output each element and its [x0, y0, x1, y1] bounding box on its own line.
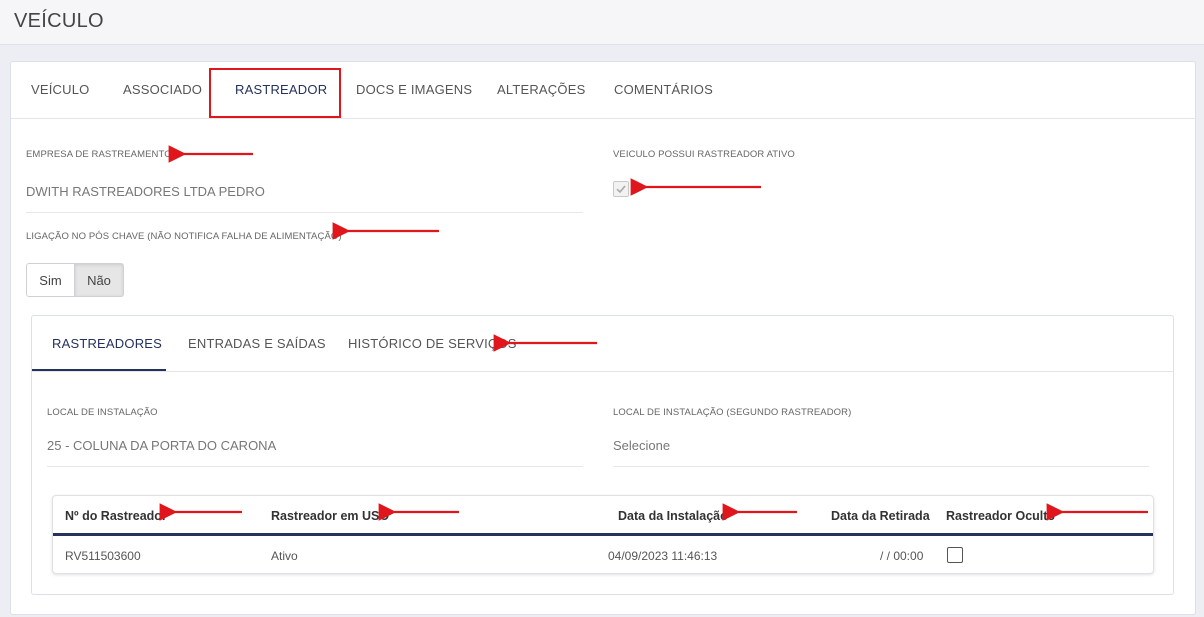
local-instalacao-value[interactable]: 25 - COLUNA DA PORTA DO CARONA: [47, 438, 276, 453]
tab-veiculo[interactable]: VEÍCULO: [31, 82, 89, 97]
td-data-instalacao: 04/09/2023 11:46:13: [608, 549, 718, 563]
active-subtab-indicator: [32, 369, 166, 371]
th-rastreador-oculto: Rastreador Oculto: [946, 509, 1056, 523]
local-instalacao-underline: [47, 466, 583, 467]
top-bar: VEÍCULO: [0, 0, 1204, 45]
tab-alteracoes[interactable]: ALTERAÇÕES: [497, 82, 585, 97]
local-instalacao-2-underline: [613, 466, 1149, 467]
th-rastreador-em-uso: Rastreador em USO: [271, 509, 390, 523]
subtab-rastreadores[interactable]: RASTREADORES: [52, 336, 162, 351]
subtab-entradas-e-saidas[interactable]: ENTRADAS E SAÍDAS: [188, 336, 326, 351]
ligacao-label: LIGAÇÃO NO PÓS CHAVE (NÃO NOTIFICA FALHA…: [26, 231, 342, 242]
th-data-retirada: Data da Retirada: [831, 509, 930, 523]
tab-comentarios[interactable]: COMENTÁRIOS: [614, 82, 713, 97]
rastreador-ativo-label: VEICULO POSSUI RASTREADOR ATIVO: [613, 149, 795, 160]
rastreador-oculto-checkbox[interactable]: [947, 547, 963, 563]
td-rastreador-em-uso: Ativo: [271, 549, 298, 563]
local-instalacao-2-select[interactable]: Selecione: [613, 438, 670, 453]
local-instalacao-label: LOCAL DE INSTALAÇÃO: [47, 407, 158, 418]
th-numero-rastreador: Nº do Rastreador: [65, 509, 167, 523]
check-icon: [616, 185, 626, 194]
rastreadores-table: Nº do Rastreador Rastreador em USO Data …: [52, 495, 1154, 574]
sub-tabs: RASTREADORES ENTRADAS E SAÍDAS HISTÓRICO…: [32, 316, 1173, 372]
table-header-divider: [53, 533, 1153, 536]
rastreador-ativo-checkbox[interactable]: [613, 181, 629, 197]
empresa-underline: [26, 212, 583, 213]
ligacao-nao-button[interactable]: Não: [75, 263, 124, 297]
td-numero-rastreador: RV511503600: [65, 549, 141, 563]
empresa-value: DWITH RASTREADORES LTDA PEDRO: [26, 184, 265, 199]
empresa-label: EMPRESA DE RASTREAMENTO: [26, 149, 172, 160]
rastreadores-card: RASTREADORES ENTRADAS E SAÍDAS HISTÓRICO…: [31, 315, 1174, 595]
td-data-retirada: / / 00:00: [880, 549, 924, 563]
page-title: VEÍCULO: [14, 10, 104, 32]
subtab-historico-de-servicos[interactable]: HISTÓRICO DE SERVIÇOS: [348, 336, 517, 351]
vehicle-card: VEÍCULO ASSOCIADO RASTREADOR DOCS E IMAG…: [10, 61, 1196, 615]
tab-rastreador[interactable]: RASTREADOR: [235, 82, 327, 97]
ligacao-toggle-group: Sim Não: [26, 263, 124, 297]
main-tabs: VEÍCULO ASSOCIADO RASTREADOR DOCS E IMAG…: [11, 62, 1195, 119]
th-data-instalacao: Data da Instalação: [618, 509, 728, 523]
tab-docs-e-imagens[interactable]: DOCS E IMAGENS: [356, 82, 472, 97]
local-instalacao-2-label: LOCAL DE INSTALAÇÃO (SEGUNDO RASTREADOR): [613, 407, 852, 418]
tab-associado[interactable]: ASSOCIADO: [123, 82, 202, 97]
ligacao-sim-button[interactable]: Sim: [26, 263, 75, 297]
